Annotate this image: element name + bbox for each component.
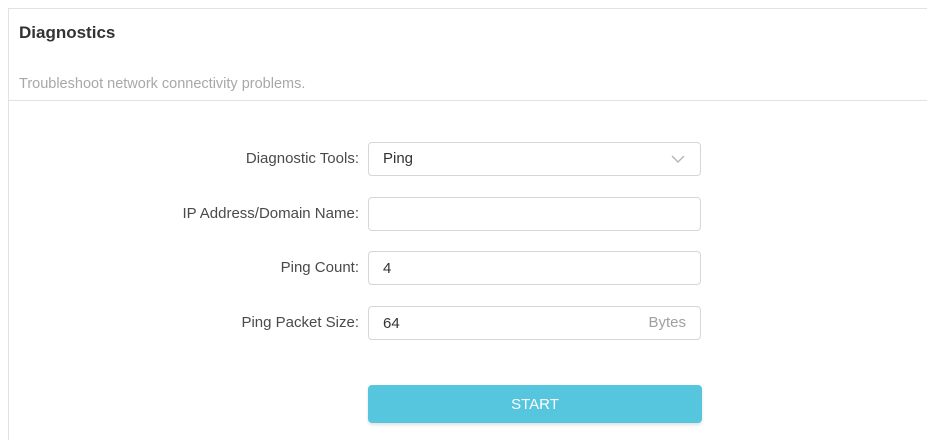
ping-packet-size-label: Ping Packet Size:: [241, 314, 359, 331]
ip-address-row: IP Address/Domain Name:: [9, 197, 927, 231]
diagnostic-tools-value: Ping: [383, 150, 414, 167]
chevron-down-icon[interactable]: [670, 151, 686, 167]
ip-address-field-box: [368, 197, 701, 231]
diagnostic-tools-row: Diagnostic Tools: Ping: [9, 142, 927, 176]
page-subtitle: Troubleshoot network connectivity proble…: [19, 76, 306, 92]
ping-packet-size-row: Ping Packet Size: Bytes: [9, 306, 927, 340]
diagnostic-tools-label: Diagnostic Tools:: [245, 150, 359, 167]
diagnostics-panel: Diagnostics Troubleshoot network connect…: [8, 8, 927, 440]
ping-packet-size-field-box: Bytes: [368, 306, 701, 340]
ping-count-field-box: [368, 251, 701, 285]
ip-address-label: IP Address/Domain Name:: [182, 205, 359, 222]
diagnostic-tools-select[interactable]: Ping: [368, 142, 701, 176]
ping-count-input[interactable]: [369, 252, 700, 284]
start-button[interactable]: START: [368, 385, 702, 423]
ping-count-label: Ping Count:: [280, 259, 359, 276]
page-title: Diagnostics: [19, 23, 116, 42]
header-divider: [9, 100, 927, 101]
ping-count-row: Ping Count:: [9, 251, 927, 285]
ip-address-input[interactable]: [369, 198, 700, 230]
bytes-unit-label: Bytes: [648, 314, 686, 331]
